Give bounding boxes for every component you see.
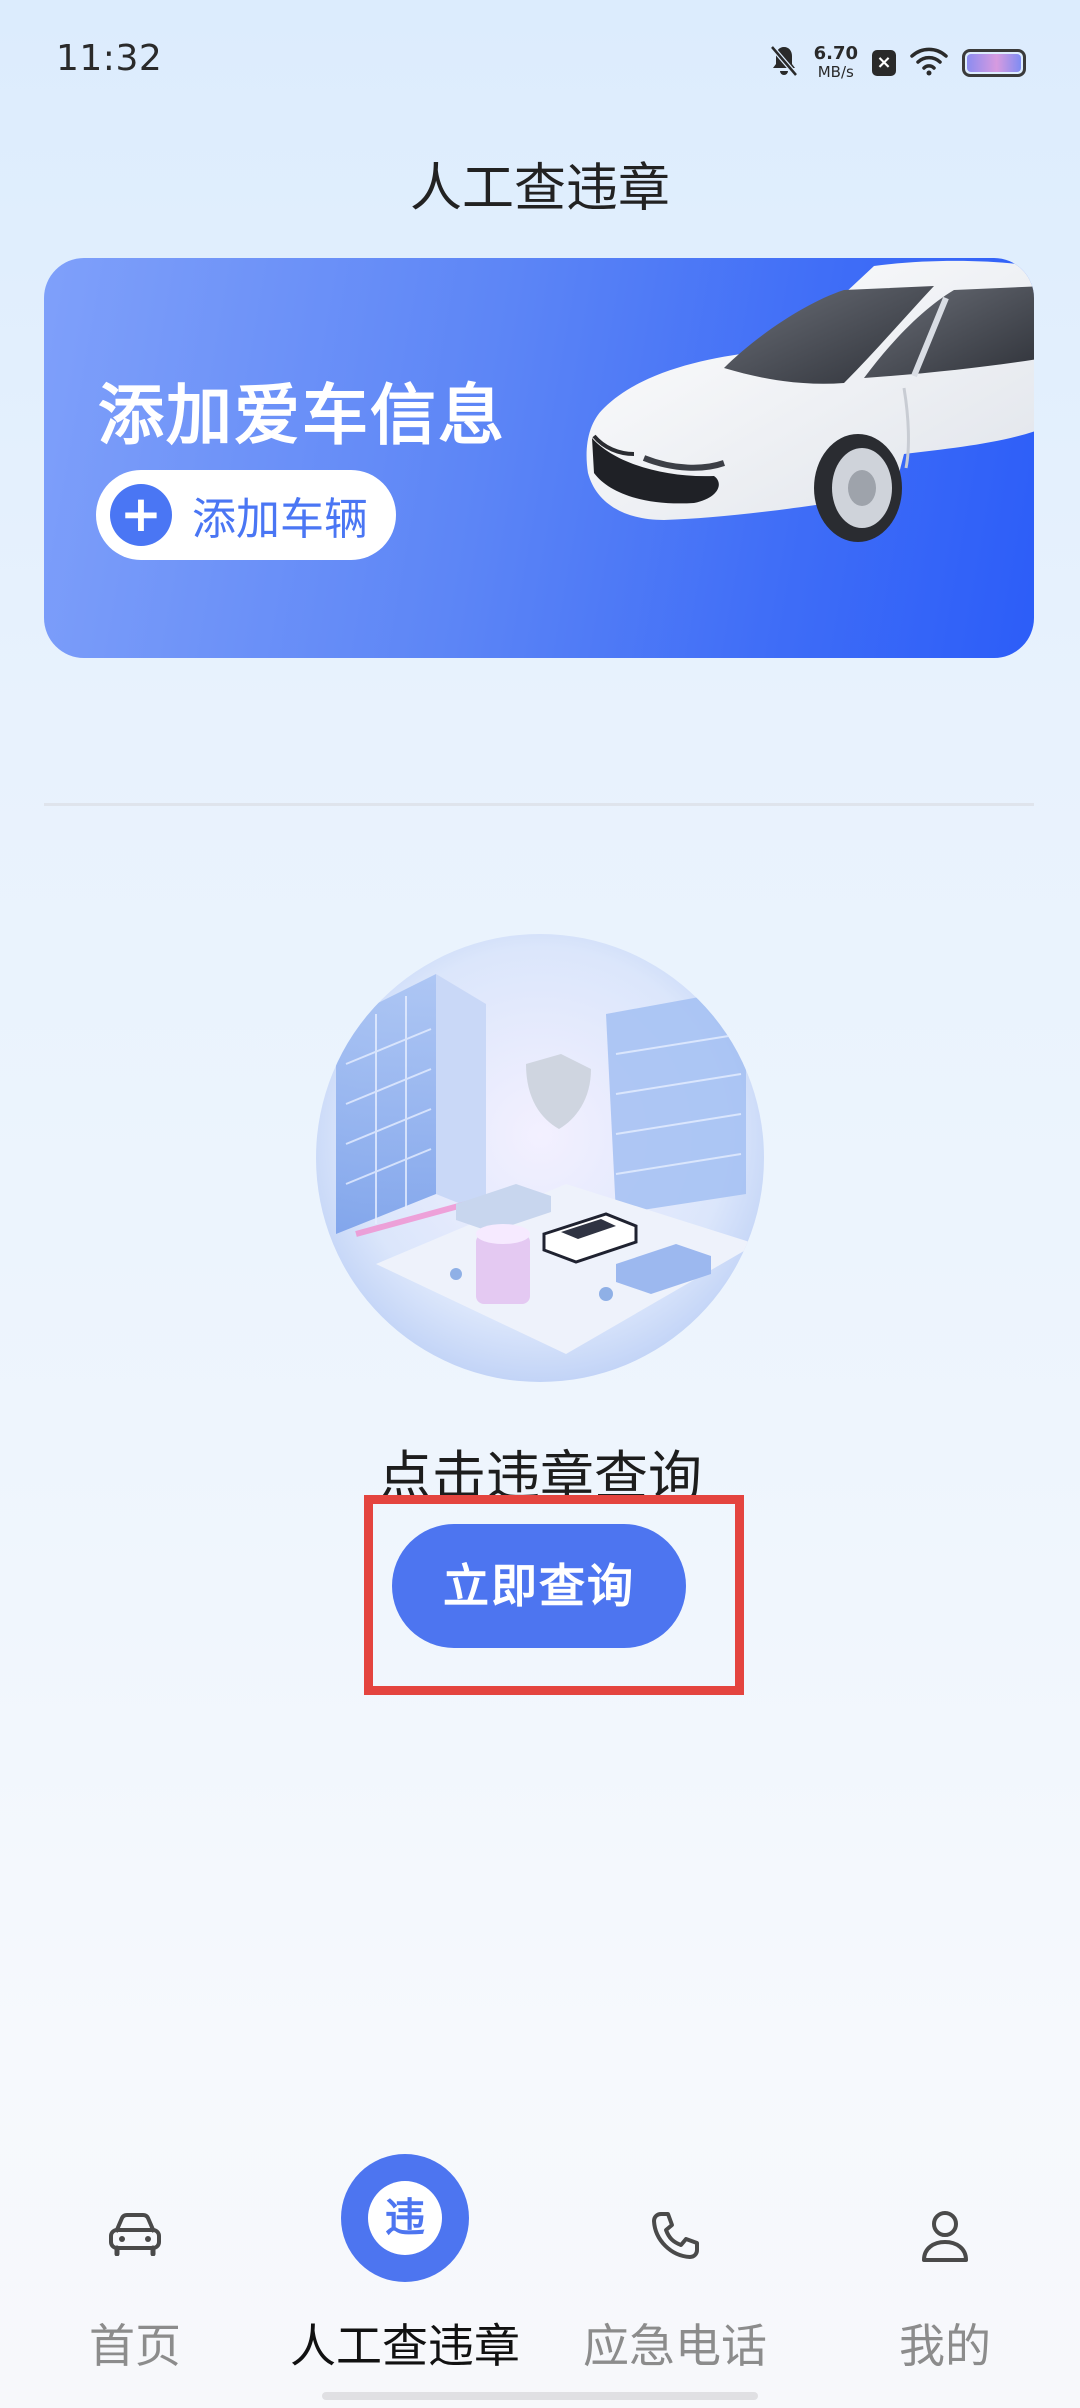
- car-icon: [109, 2213, 161, 2256]
- nav-label-violation: 人工查违章: [290, 2319, 520, 2373]
- nav-label-home: 首页: [89, 2319, 181, 2373]
- battery-fill: [967, 54, 1021, 72]
- plus-icon: +: [110, 484, 172, 546]
- query-now-button[interactable]: 立即查询: [392, 1524, 686, 1648]
- bottom-nav: 首页 违 人工查违章 应急电话 我的: [0, 2120, 1080, 2408]
- status-icons: 6.70 MB/s ×: [768, 40, 1026, 86]
- phone-icon: [652, 2212, 699, 2259]
- net-speed-value: 6.70: [813, 43, 858, 64]
- status-time: 11:32: [56, 38, 163, 79]
- banner-title: 添加爱车信息: [98, 377, 506, 454]
- add-vehicle-label: 添加车辆: [192, 494, 368, 545]
- nav-label-emergency-phone: 应急电话: [583, 2319, 767, 2373]
- nav-label-mine: 我的: [899, 2319, 991, 2373]
- close-box-icon: ×: [872, 50, 896, 76]
- user-icon: [922, 2211, 968, 2262]
- status-bar: 11:32 6.70 MB/s ×: [0, 0, 1080, 126]
- car-illustration: [586, 260, 1034, 542]
- add-car-banner[interactable]: 添加爱车信息 + 添加车辆: [44, 258, 1034, 658]
- nav-item-mine[interactable]: 我的: [810, 2120, 1080, 2380]
- mute-bell-icon: [768, 44, 800, 82]
- divider: [44, 803, 1034, 806]
- add-vehicle-button[interactable]: + 添加车辆: [96, 470, 396, 560]
- violation-icon: 违: [341, 2154, 469, 2282]
- nav-item-violation[interactable]: 违 人工查违章: [270, 2120, 540, 2380]
- violation-badge-char: 违: [368, 2181, 442, 2255]
- nav-item-emergency-phone[interactable]: 应急电话: [540, 2120, 810, 2380]
- city-illustration: [316, 934, 764, 1382]
- battery-icon: [962, 49, 1026, 77]
- net-speed-unit: MB/s: [817, 63, 854, 81]
- wifi-icon: [910, 46, 948, 80]
- home-indicator[interactable]: [322, 2392, 758, 2400]
- page-title: 人工查违章: [409, 159, 670, 219]
- network-speed: 6.70 MB/s: [813, 43, 858, 82]
- nav-item-home[interactable]: 首页: [0, 2120, 270, 2380]
